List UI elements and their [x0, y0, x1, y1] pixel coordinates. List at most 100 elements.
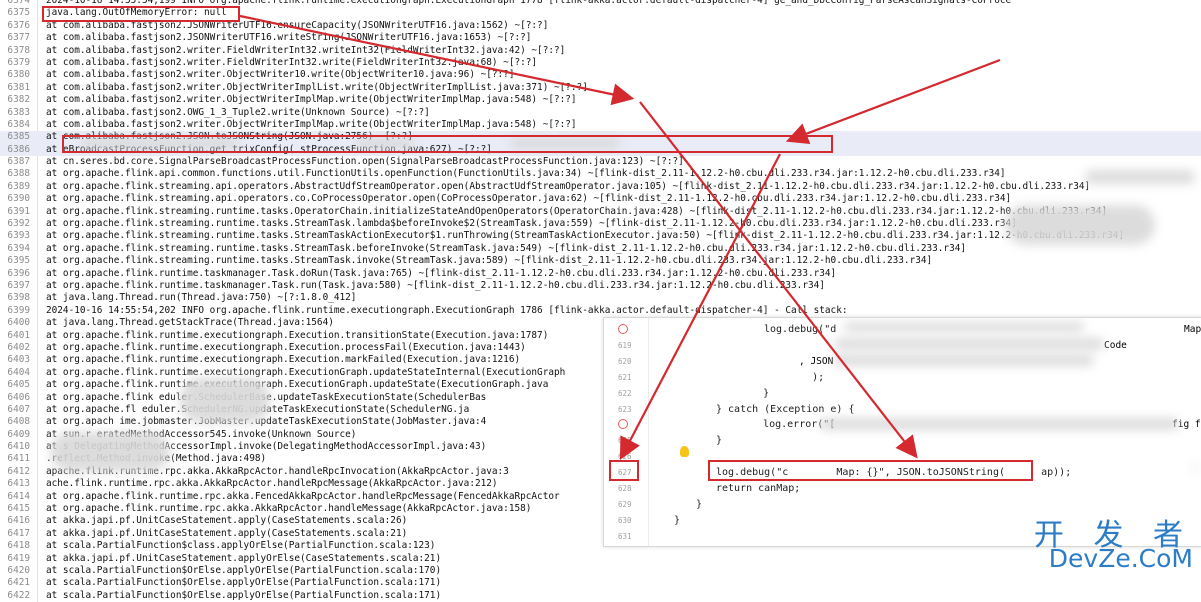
log-text: at org.apache.flink.streaming.runtime.ta…: [46, 205, 1108, 217]
log-line: 6387 at cn.seres.bd.core.SignalParseBroa…: [0, 156, 1201, 168]
log-text: at com.alibaba.fastjson2.writer.FieldWri…: [46, 56, 538, 68]
log-text: at org.apache.flink.streaming.runtime.ta…: [46, 242, 967, 254]
line-number: 6420: [7, 564, 30, 576]
redaction-blur: [834, 354, 1094, 366]
line-number: 6401: [7, 329, 30, 341]
log-line: 6377 at com.alibaba.fastjson2.JSONWriter…: [0, 32, 1201, 44]
redaction-blur: [1005, 205, 1155, 245]
code-fragment-map: Map: [1184, 324, 1201, 335]
log-line: 6390 at org.apache.flink.streaming.api.o…: [0, 193, 1201, 205]
watermark-logo: DevZe.CoM: [1048, 544, 1193, 573]
log-line: 6380 at com.alibaba.fastjson2.writer.Obj…: [0, 69, 1201, 81]
log-line: 6378 at com.alibaba.fastjson2.writer.Fie…: [0, 45, 1201, 57]
log-line: 6422 at scala.PartialFunction$OrElse.app…: [0, 590, 1201, 602]
log-line: 6398 at java.lang.Thread.run(Thread.java…: [0, 292, 1201, 304]
log-text: at java.lang.Thread.getStackTrace(Thread…: [46, 317, 334, 329]
lightbulb-icon[interactable]: [680, 446, 689, 457]
stack-frame-highlight: [62, 135, 833, 153]
line-number: 6398: [7, 292, 30, 304]
redaction-blur: [180, 378, 270, 423]
breakpoint-icon[interactable]: [618, 419, 628, 430]
line-number: 6402: [7, 341, 30, 353]
line-627-highlight: [609, 460, 639, 481]
line-number: 6374: [7, 0, 30, 6]
log-text: at org.apache.flink.streaming.runtime.ta…: [46, 230, 1125, 242]
log-text: at org.apache.flink.runtime.executiongra…: [46, 379, 549, 391]
line-number: 6380: [7, 69, 30, 81]
line-number: 6396: [7, 267, 30, 279]
log-line: 6382 at com.alibaba.fastjson2.writer.Obj…: [0, 94, 1201, 106]
log-text: at org.apache.flink.runtime.executiongra…: [46, 329, 549, 341]
line-number: 6392: [7, 218, 30, 230]
redaction-blur: [1194, 464, 1197, 472]
log-text: at org.apache.flink.streaming.api.operat…: [46, 180, 1091, 192]
log-line: 6381 at com.alibaba.fastjson2.writer.Obj…: [0, 82, 1201, 94]
log-text: at org.apache.flink.streaming.runtime.ta…: [46, 218, 1017, 230]
line-number: 6379: [7, 56, 30, 68]
line-number: 6383: [7, 106, 30, 118]
redaction-blur: [819, 418, 1179, 430]
log-text: at com.alibaba.fastjson2.writer.ObjectWr…: [46, 94, 577, 106]
log-text: at com.alibaba.fastjson2.writer.FieldWri…: [46, 44, 566, 56]
line-number: 6405: [7, 379, 30, 391]
log-line: 6379 at com.alibaba.fastjson2.writer.Fie…: [0, 57, 1201, 69]
log-line: 6383 at com.alibaba.fastjson2.OWG_1_3_Tu…: [0, 107, 1201, 119]
line-number: 6384: [7, 118, 30, 130]
log-text: at com.alibaba.fastjson2.writer.ObjectWr…: [46, 81, 588, 93]
line-number: 6381: [7, 81, 30, 93]
log-text: at org.apache.flink.runtime.executiongra…: [46, 354, 521, 366]
line-number: 6389: [7, 180, 30, 192]
redaction-blur: [1085, 170, 1195, 184]
line-number: 6411: [7, 453, 30, 465]
line-number: 6404: [7, 366, 30, 378]
code-line-number: 631: [618, 531, 632, 541]
line-number: 6375: [7, 7, 30, 19]
line-number: 6386: [7, 143, 30, 155]
log-debug-highlight: [708, 460, 1033, 481]
line-number: 6390: [7, 193, 30, 205]
line-number: 6377: [7, 32, 30, 44]
line-number: 6416: [7, 515, 30, 527]
log-line: 6396 at org.apache.flink.runtime.taskman…: [0, 268, 1201, 280]
log-text: at java.lang.Thread.run(Thread.java:750)…: [46, 292, 357, 304]
line-number: 6406: [7, 391, 30, 403]
log-text: at akka.japi.pf.UnitCaseStatement.applyO…: [46, 552, 442, 564]
log-line: 6421 at scala.PartialFunction$OrElse.app…: [0, 577, 1201, 589]
log-text: at org.apache.flink.api.common.functions…: [46, 168, 1006, 180]
log-line: 6419 at akka.japi.pf.UnitCaseStatement.a…: [0, 553, 1201, 565]
log-text: at scala.PartialFunction$OrElse.applyOrE…: [46, 564, 442, 576]
line-number: 6414: [7, 490, 30, 502]
log-line: 6420 at scala.PartialFunction$OrElse.app…: [0, 565, 1201, 577]
log-text: at com.alibaba.fastjson2.writer.ObjectWr…: [46, 118, 577, 130]
log-text: at com.alibaba.fastjson2.JSONWriterUTF16…: [46, 32, 532, 44]
log-text: at akka.japi.pf.UnitCaseStatement.apply(…: [46, 515, 408, 527]
log-line: 6389 at org.apache.flink.streaming.api.o…: [0, 181, 1201, 193]
line-number: 6399: [7, 304, 30, 316]
log-text: at com.alibaba.fastjson2.OWG_1_3_Tuple2.…: [46, 106, 430, 118]
line-number: 6407: [7, 403, 30, 415]
log-text: at akka.japi.pf.UnitCaseStatement.apply(…: [46, 527, 408, 539]
log-text: at org.apache.flink.runtime.executiongra…: [46, 366, 566, 378]
line-number: 6394: [7, 242, 30, 254]
log-line: 6388 at org.apache.flink.api.common.func…: [0, 168, 1201, 180]
log-text: at cn.seres.bd.core.SignalParseBroadcast…: [46, 156, 684, 168]
log-text: at org.apache.flink.runtime.executiongra…: [46, 341, 526, 353]
log-text: at scala.PartialFunction$OrElse.applyOrE…: [46, 577, 442, 589]
log-text: at scala.PartialFunction$class.applyOrEl…: [46, 540, 436, 552]
line-number: 6419: [7, 552, 30, 564]
log-line: 6397 at org.apache.flink.runtime.taskman…: [0, 280, 1201, 292]
line-number: 6417: [7, 527, 30, 539]
log-text: 2024-10-16 14:55:54,202 INFO org.apache.…: [46, 304, 848, 316]
log-text: at org.apache.flink.runtime.taskmanager.…: [46, 279, 825, 291]
redaction-blur: [834, 338, 1104, 350]
redaction-blur: [50, 432, 170, 472]
line-number: 6388: [7, 168, 30, 180]
breakpoint-icon[interactable]: [618, 324, 628, 334]
line-number: 6382: [7, 94, 30, 106]
line-number: 6410: [7, 441, 30, 453]
log-text: at scala.PartialFunction$OrElse.applyOrE…: [46, 589, 442, 601]
line-number: 6418: [7, 540, 30, 552]
line-number: 6387: [7, 156, 30, 168]
log-line: 6384 at com.alibaba.fastjson2.writer.Obj…: [0, 119, 1201, 131]
line-number: 6403: [7, 354, 30, 366]
